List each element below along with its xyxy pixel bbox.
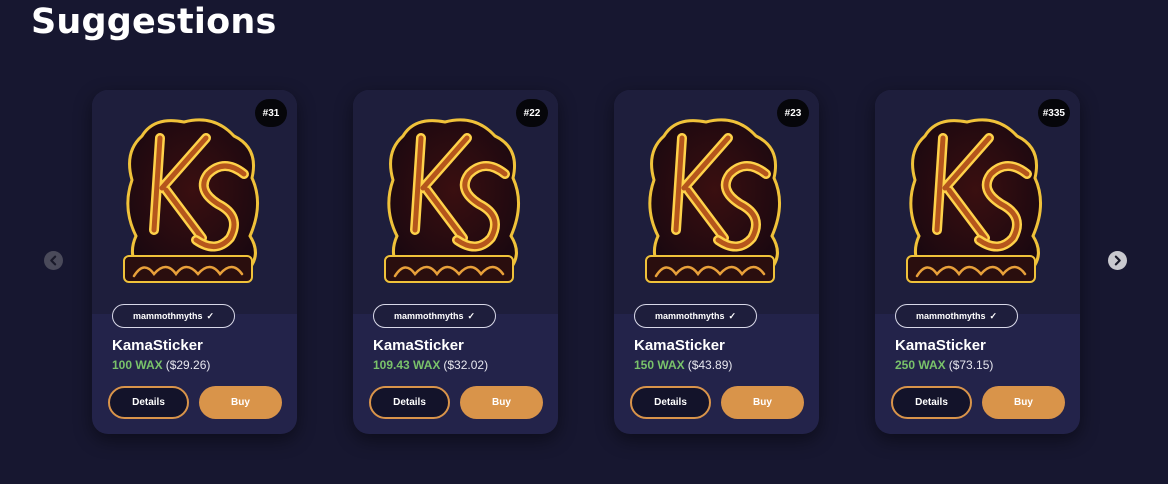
wax-price: 109.43 WAX (373, 358, 441, 372)
price: 100 WAX ($29.26) (112, 358, 210, 372)
mint-number-badge: #31 (255, 99, 287, 127)
details-button[interactable]: Details (369, 386, 450, 419)
price: 109.43 WAX ($32.02) (373, 358, 488, 372)
kamasticker-logo (123, 118, 259, 283)
buy-button[interactable]: Buy (721, 386, 804, 419)
carousel-prev-button[interactable] (44, 251, 63, 270)
check-icon: ✓ (206, 310, 215, 321)
carousel-next-button[interactable] (1108, 251, 1127, 270)
kamasticker-logo (384, 118, 520, 283)
creator-name: mammothmyths (132, 311, 203, 321)
nft-card[interactable]: #335 mammothmyths ✓ KamaSticker 250 WAX(… (875, 90, 1080, 434)
buy-button[interactable]: Buy (460, 386, 543, 419)
nft-card[interactable]: #23 mammothmyths ✓ KamaSticker 150 WAX ($… (614, 90, 819, 434)
wax-price: 250 WAX (895, 358, 946, 372)
creator-chip[interactable]: mammothmyths ✓ (373, 304, 496, 328)
nft-name: KamaSticker (634, 337, 725, 354)
nft-name: KamaSticker (112, 337, 203, 354)
nft-name: KamaSticker (373, 337, 464, 354)
nft-name: KamaSticker (895, 337, 986, 354)
check-icon: ✓ (989, 310, 998, 321)
creator-name: mammothmyths (915, 311, 986, 321)
kamasticker-logo (645, 118, 781, 283)
buy-button[interactable]: Buy (982, 386, 1065, 419)
creator-chip[interactable]: mammothmyths ✓ (634, 304, 757, 328)
details-button[interactable]: Details (108, 386, 189, 419)
mint-number-badge: #22 (516, 99, 548, 127)
usd-price: ($29.26) (165, 358, 211, 372)
check-icon: ✓ (728, 310, 737, 321)
wax-price: 150 WAX (634, 358, 685, 372)
kamasticker-logo (906, 118, 1042, 283)
usd-price: ($73.15) (948, 358, 994, 372)
chevron-left-icon (50, 255, 57, 266)
details-button[interactable]: Details (891, 386, 972, 419)
usd-price: ($32.02) (443, 358, 489, 372)
buy-button[interactable]: Buy (199, 386, 282, 419)
wax-price: 100 WAX (112, 358, 163, 372)
creator-name: mammothmyths (654, 311, 725, 321)
nft-card[interactable]: #31 mammothmyths ✓ KamaSticker 100 WAX ($… (92, 90, 297, 434)
mint-number-badge: #23 (777, 99, 809, 127)
creator-chip[interactable]: mammothmyths ✓ (112, 304, 235, 328)
mint-number-badge: #335 (1037, 99, 1070, 127)
page-title: Suggestions (31, 2, 277, 42)
chevron-right-icon (1114, 255, 1121, 266)
price: 150 WAX ($43.89) (634, 358, 732, 372)
creator-name: mammothmyths (393, 311, 464, 321)
check-icon: ✓ (467, 310, 476, 321)
creator-chip[interactable]: mammothmyths ✓ (895, 304, 1018, 328)
price: 250 WAX ($73.15) (895, 358, 993, 372)
usd-price: ($43.89) (687, 358, 733, 372)
nft-card[interactable]: #22 mammothmyths ✓ KamaSticker 109.43 WA… (353, 90, 558, 434)
details-button[interactable]: Details (630, 386, 711, 419)
